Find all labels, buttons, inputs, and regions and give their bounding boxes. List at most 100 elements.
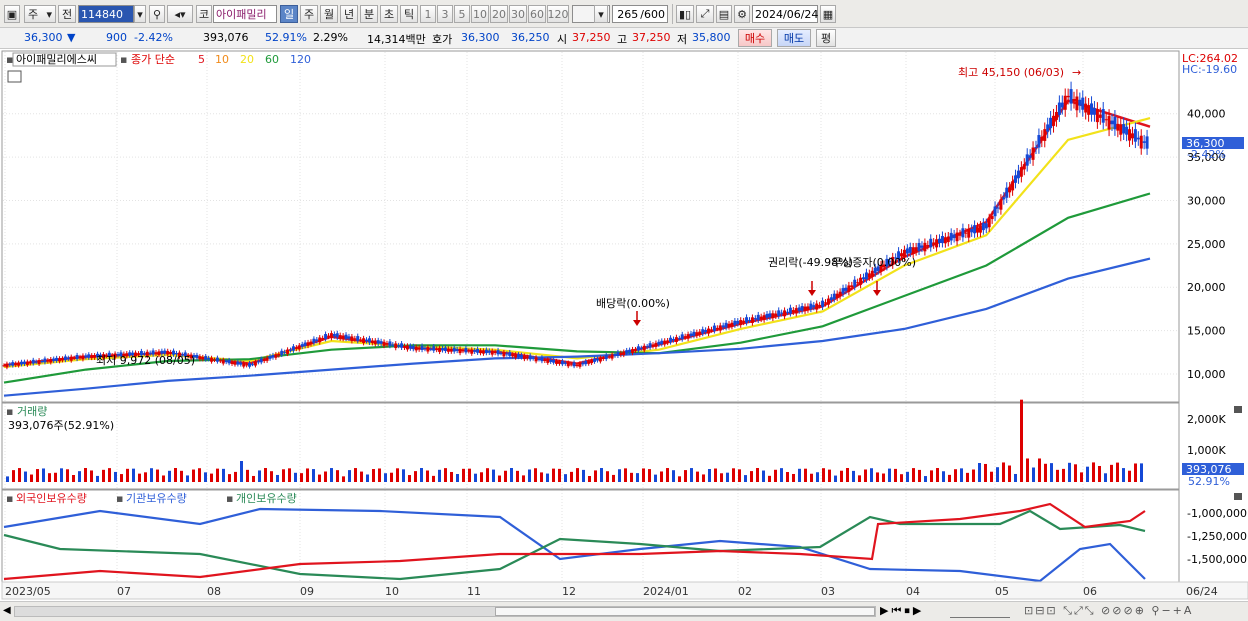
- menu-icon[interactable]: ▪: [6, 53, 13, 66]
- candle: [1019, 167, 1023, 177]
- save-icon[interactable]: ▤: [716, 5, 732, 23]
- candle: [1145, 136, 1149, 149]
- candle: [718, 325, 722, 331]
- menu-icon[interactable]: ▪: [120, 53, 127, 66]
- minute-button[interactable]: 30: [509, 5, 527, 23]
- volume-bar: [900, 474, 903, 482]
- candle: [1113, 116, 1117, 130]
- candle: [847, 285, 851, 292]
- volume-bar: [1026, 458, 1029, 482]
- volume-bar: [48, 473, 51, 482]
- gear-icon[interactable]: ⚙: [734, 5, 750, 23]
- candle: [335, 333, 339, 338]
- minute-button[interactable]: 3: [437, 5, 453, 23]
- volume-bar: [270, 471, 273, 482]
- minute-button[interactable]: 5: [454, 5, 470, 23]
- candle: [341, 335, 345, 339]
- volume-bar: [180, 470, 183, 482]
- menu-icon[interactable]: ▪: [6, 492, 13, 505]
- candle: [221, 359, 225, 364]
- candle: [294, 347, 298, 349]
- sell-button[interactable]: 매도: [777, 29, 811, 47]
- interval-button[interactable]: 년: [340, 5, 358, 23]
- candle: [756, 314, 760, 321]
- volume-bar: [318, 474, 321, 482]
- volume-bar: [42, 468, 45, 482]
- stock-name-field[interactable]: 아이패밀리: [213, 5, 277, 23]
- x-tick-label: 12: [562, 585, 576, 598]
- candle: [908, 246, 912, 253]
- volume-bar: [1116, 462, 1119, 482]
- volume-bar: [168, 470, 171, 482]
- menu-icon[interactable]: ▪: [6, 405, 13, 418]
- volume-bar: [732, 468, 735, 482]
- menu-icon[interactable]: ▪: [226, 492, 233, 505]
- volume-bar: [288, 468, 291, 482]
- code-dropdown-icon[interactable]: ▾: [134, 5, 146, 23]
- eval-button[interactable]: 평: [816, 29, 836, 47]
- volume-bar: [1092, 462, 1095, 482]
- calendar-icon[interactable]: ▦: [820, 5, 836, 23]
- calculator-icon[interactable]: [7, 70, 22, 83]
- code-input[interactable]: 114840: [78, 5, 134, 23]
- candle: [911, 247, 915, 254]
- minute-button[interactable]: 10: [471, 5, 489, 23]
- minute-button[interactable]: 120: [547, 5, 569, 23]
- candle: [701, 329, 705, 334]
- scroll-left-icon[interactable]: ◀: [3, 605, 11, 616]
- playback-controls[interactable]: ▶⏮⏹▶: [880, 604, 924, 618]
- volume: 393,076: [203, 31, 249, 44]
- volume-bar: [54, 472, 57, 482]
- candle: [367, 338, 371, 343]
- zoom-slider[interactable]: [950, 604, 1010, 618]
- chart-area[interactable]: 최고 45,150 (06/03) → 최저 9,972 (08/05) 배당락(0.…: [0, 49, 1248, 603]
- interval-button[interactable]: 일: [280, 5, 298, 23]
- interval-button[interactable]: 초: [380, 5, 398, 23]
- y-tick-label: 30,000: [1187, 194, 1226, 207]
- interval-button[interactable]: 월: [320, 5, 338, 23]
- candle: [595, 358, 599, 361]
- minute-button[interactable]: 60: [528, 5, 546, 23]
- close-icon[interactable]: [1234, 493, 1242, 500]
- volume-bar: [1044, 463, 1047, 482]
- candle: [832, 293, 836, 300]
- buy-button[interactable]: 매수: [738, 29, 772, 47]
- compare-select[interactable]: 전: [58, 5, 76, 23]
- chevron-down-icon[interactable]: ▾: [594, 5, 608, 23]
- volume-bar: [612, 474, 615, 482]
- ma-label: 종가 단순: [131, 53, 175, 66]
- candle: [1104, 119, 1108, 121]
- speaker-icon[interactable]: ◂▾: [167, 5, 193, 23]
- low-annotation: 최저 9,972 (08/05): [96, 354, 195, 367]
- candle: [984, 223, 988, 229]
- scroll-thumb[interactable]: [495, 607, 875, 616]
- crosshair-icon[interactable]: ⤢: [696, 5, 714, 23]
- trade-amount: 14,314백만: [367, 33, 426, 46]
- layout-icon[interactable]: ▣: [4, 5, 20, 23]
- candle: [435, 348, 439, 350]
- volume-bar: [444, 468, 447, 482]
- interval-button[interactable]: 틱: [400, 5, 418, 23]
- date-input[interactable]: 2024/06/24: [752, 5, 818, 23]
- menu-icon[interactable]: ▪: [116, 492, 123, 505]
- minute-button[interactable]: 1: [420, 5, 436, 23]
- horizontal-scrollbar[interactable]: [14, 606, 876, 617]
- volume-bar: [1140, 463, 1143, 482]
- candle-icon[interactable]: ▮▯: [676, 5, 694, 23]
- search-icon[interactable]: ⚲: [149, 5, 165, 23]
- interval-button[interactable]: 분: [360, 5, 378, 23]
- count-input[interactable]: 265/600: [612, 5, 668, 23]
- candle: [207, 357, 211, 360]
- tool-icons[interactable]: ⊡⊟⊡ ⤡⤢⤡ ⊘⊘⊘⊕ ⚲−+A: [1024, 604, 1193, 618]
- volume-bar: [360, 471, 363, 482]
- minute-button[interactable]: 20: [490, 5, 508, 23]
- close-icon[interactable]: [1234, 406, 1242, 413]
- candle: [245, 364, 249, 366]
- interval-button[interactable]: 주: [300, 5, 318, 23]
- candle: [271, 354, 275, 358]
- candle: [1008, 187, 1012, 193]
- candle: [376, 340, 380, 344]
- volume-bar: [204, 472, 207, 482]
- period-select[interactable]: 주 ▾: [24, 5, 56, 23]
- y-tick-label: 10,000: [1187, 368, 1226, 381]
